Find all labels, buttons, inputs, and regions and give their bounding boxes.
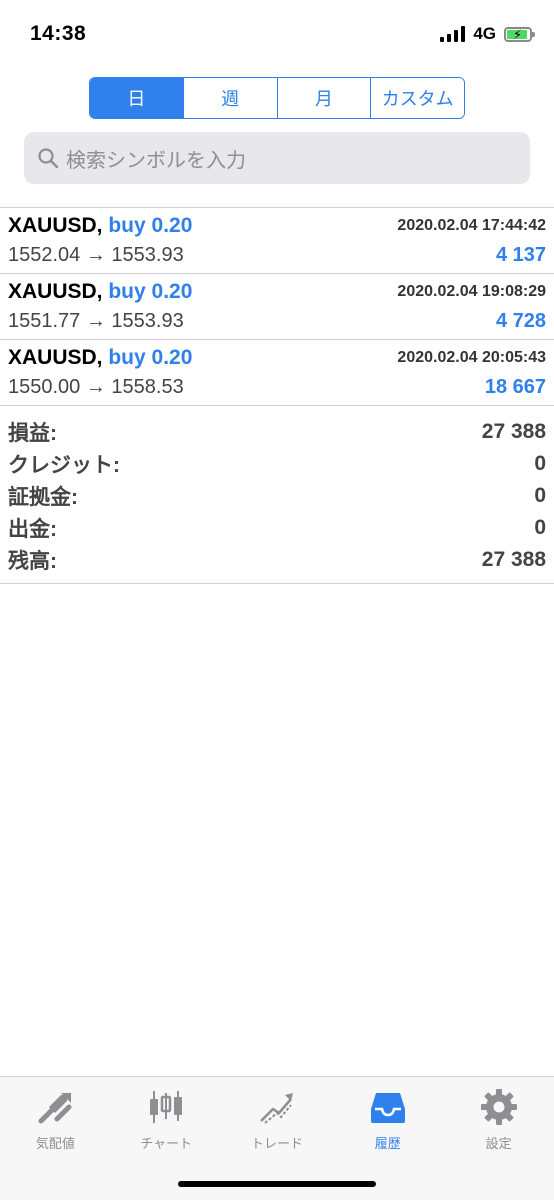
segment-day[interactable]: 日 [90,78,183,118]
deal-time: 2020.02.04 19:08:29 [397,283,546,300]
status-indicators: 4G ⚡ [440,22,535,46]
summary-balance: 残高: 27 388 [8,544,546,576]
deal-row[interactable]: XAUUSD, buy 0.20 2020.02.04 19:08:29 155… [0,274,554,340]
period-segmented-control: 日 週 月 カスタム [89,77,465,119]
deal-row[interactable]: XAUUSD, buy 0.20 2020.02.04 17:44:42 155… [0,208,554,274]
network-type: 4G [473,24,496,43]
account-summary: 損益: 27 388 クレジット: 0 証拠金: 0 出金: 0 残高: 27 388 [0,416,554,584]
quotes-icon [38,1093,72,1124]
deal-row[interactable]: XAUUSD, buy 0.20 2020.02.04 20:05:43 155… [0,340,554,406]
summary-label: 証拠金: [8,486,78,509]
tab-quotes[interactable]: 気配値 [0,1077,111,1200]
deal-side: buy 0.20 [108,214,193,237]
summary-label: 残高: [8,550,57,573]
deal-time: 2020.02.04 20:05:43 [397,349,546,366]
summary-value: 0 [534,516,546,539]
deal-profit: 18 667 [484,376,546,398]
deal-prices: 1551.77 → 1553.93 [8,310,184,332]
chart-icon [150,1091,183,1123]
deal-prices: 1552.04 → 1553.93 [8,244,184,266]
search-input[interactable]: 検索シンボルを入力 [24,132,530,184]
summary-value: 27 388 [481,420,546,443]
tab-label: 気配値 [35,1136,75,1151]
segment-custom[interactable]: カスタム [370,78,464,118]
deal-side: buy 0.20 [108,280,193,303]
summary-value: 27 388 [481,548,546,571]
history-icon [370,1093,405,1123]
summary-deposit: 証拠金: 0 [8,480,546,512]
settings-icon [480,1089,517,1125]
segment-month[interactable]: 月 [276,78,371,118]
summary-label: 損益: [8,422,57,445]
deal-prices: 1550.00 → 1558.53 [8,376,184,398]
tab-label: 履歴 [374,1136,401,1151]
home-indicator[interactable] [178,1181,376,1187]
tab-label: チャート [140,1136,193,1151]
signal-icon [440,26,466,42]
tab-label: 設定 [485,1136,512,1151]
deal-time: 2020.02.04 17:44:42 [397,217,546,234]
search-icon [38,148,59,169]
summary-profit: 損益: 27 388 [8,416,546,448]
deal-side: buy 0.20 [108,346,193,369]
battery-icon: ⚡ [504,26,535,42]
search-placeholder: 検索シンボルを入力 [66,149,246,172]
summary-label: クレジット: [8,454,120,477]
summary-credit: クレジット: 0 [8,448,546,480]
status-time: 14:38 [30,22,87,45]
deal-profit: 4 728 [495,310,546,332]
deal-symbol: XAUUSD, buy 0.20 [8,280,193,303]
summary-withdrawal: 出金: 0 [8,512,546,544]
trade-icon [260,1093,293,1124]
status-bar: 14:38 4G ⚡ [0,0,554,66]
tab-settings[interactable]: 設定 [443,1077,554,1200]
summary-label: 出金: [8,518,57,541]
deal-symbol: XAUUSD, buy 0.20 [8,346,193,369]
tab-label: トレード [250,1136,303,1151]
deal-symbol: XAUUSD, buy 0.20 [8,214,193,237]
summary-value: 0 [534,452,546,475]
segment-week[interactable]: 週 [182,78,277,118]
deal-profit: 4 137 [495,244,546,266]
summary-value: 0 [534,484,546,507]
deal-list: XAUUSD, buy 0.20 2020.02.04 17:44:42 155… [0,207,554,406]
